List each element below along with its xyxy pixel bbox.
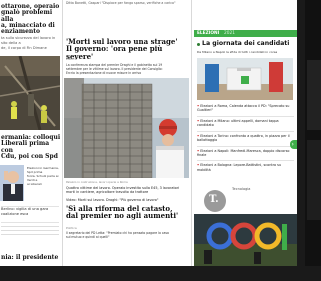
next-arrow-button[interactable]: ›: [290, 140, 297, 149]
elections-header-bar[interactable]: ELEZIONI 2021: [194, 30, 297, 37]
middle-column: Ditta Bonetti, Gaspari "Dispiace per fan…: [64, 0, 189, 266]
top-text[interactable]: Ditta Bonetti, Gaspari "Dispiace per fan…: [66, 1, 186, 5]
left-column: ottarone, operaio gnalò problemi alla a,…: [0, 0, 60, 266]
elections-item-turin[interactable]: • Elezioni a Torino: confronto a quattro…: [197, 134, 294, 143]
elections-item-rome[interactable]: • Elezioni a Roma, Calenda attacca il PD…: [197, 104, 294, 113]
left-headline-1[interactable]: ottarone, operaio gnalò problemi alla a,…: [1, 3, 61, 35]
photo-caption: Palazzo in costruzione, lavori operai a …: [66, 180, 128, 184]
ballot-box-photo[interactable]: [197, 58, 293, 100]
right-dark-margin: [297, 0, 321, 281]
candidates-subtitle: Da Milano a Napoli la sfida di tutti i c…: [197, 50, 278, 54]
tech-label[interactable]: Tecnologia: [232, 187, 250, 191]
mid-bullet-1[interactable]: Quattro vittime del lavoro. Operaio inve…: [66, 186, 188, 195]
left-headline-2[interactable]: ermania: colloqui Liberali prima con Cdu…: [1, 134, 61, 160]
tech-avatar[interactable]: T.: [204, 190, 226, 212]
candidates-title-row[interactable]: La giornata dei candidati: [197, 40, 297, 48]
left-summary-1: ta sulla sicurezza del lavoro in sito de…: [1, 36, 56, 50]
avatar-letter: T.: [209, 194, 219, 205]
elections-label: ELEZIONI: [197, 31, 220, 36]
elections-year: 2021: [224, 31, 235, 36]
bottom-dark-margin: [0, 266, 321, 281]
second-headline[interactable]: 'Sì alla riforma del catasto, dal premie…: [66, 205, 190, 220]
dot-icon: [197, 42, 200, 46]
politician-photo[interactable]: [0, 165, 24, 201]
right-column: ELEZIONI 2021 La giornata dei candidati …: [194, 0, 297, 266]
top-thin-text: [194, 0, 297, 10]
left-headline-3[interactable]: nia: il presidente: [1, 254, 61, 261]
construction-photo-left[interactable]: [0, 56, 60, 130]
left-photo-caption: Elezioni in Germania, Spd prima forza. S…: [27, 166, 59, 187]
mid-bullet-2[interactable]: Video: Morti sul lavoro. Draghi: "Più go…: [66, 198, 188, 202]
main-summary: La conferenza stampa del premier Draghi …: [66, 63, 163, 76]
left-bullet-1[interactable]: Berlino: vigilia di una gara coalizione …: [1, 207, 59, 217]
main-headline[interactable]: 'Morti sul lavoro una strage' Il governo…: [66, 38, 190, 60]
mid-bullets: Quattro vittime del lavoro. Operaio inve…: [66, 186, 188, 205]
second-source[interactable]: Politica: [66, 226, 77, 230]
candidates-title: La giornata dei candidati: [202, 40, 290, 47]
tech-photo[interactable]: [194, 214, 297, 266]
second-summary: Il segretario del PD Letta: "Premiato ch…: [66, 231, 169, 240]
elections-item-naples[interactable]: • Elezioni a Napoli: Manfredi-Maresca, d…: [197, 149, 294, 158]
elections-list: • Elezioni a Roma, Calenda attacca il PD…: [197, 104, 294, 175]
chevron-right-icon: ›: [291, 141, 294, 148]
newspaper-page: ottarone, operaio gnalò problemi alla a,…: [0, 0, 297, 266]
main-source[interactable]: Politica: [66, 57, 77, 61]
elections-item-bologna[interactable]: • Elezioni a Bologna: Lepore-Battistini,…: [197, 163, 294, 172]
elections-item-milan[interactable]: • Elezioni a Milano: ultimi appelli, dom…: [197, 119, 294, 128]
building-construction-photo[interactable]: [64, 78, 189, 178]
left-more-text: [1, 223, 59, 253]
